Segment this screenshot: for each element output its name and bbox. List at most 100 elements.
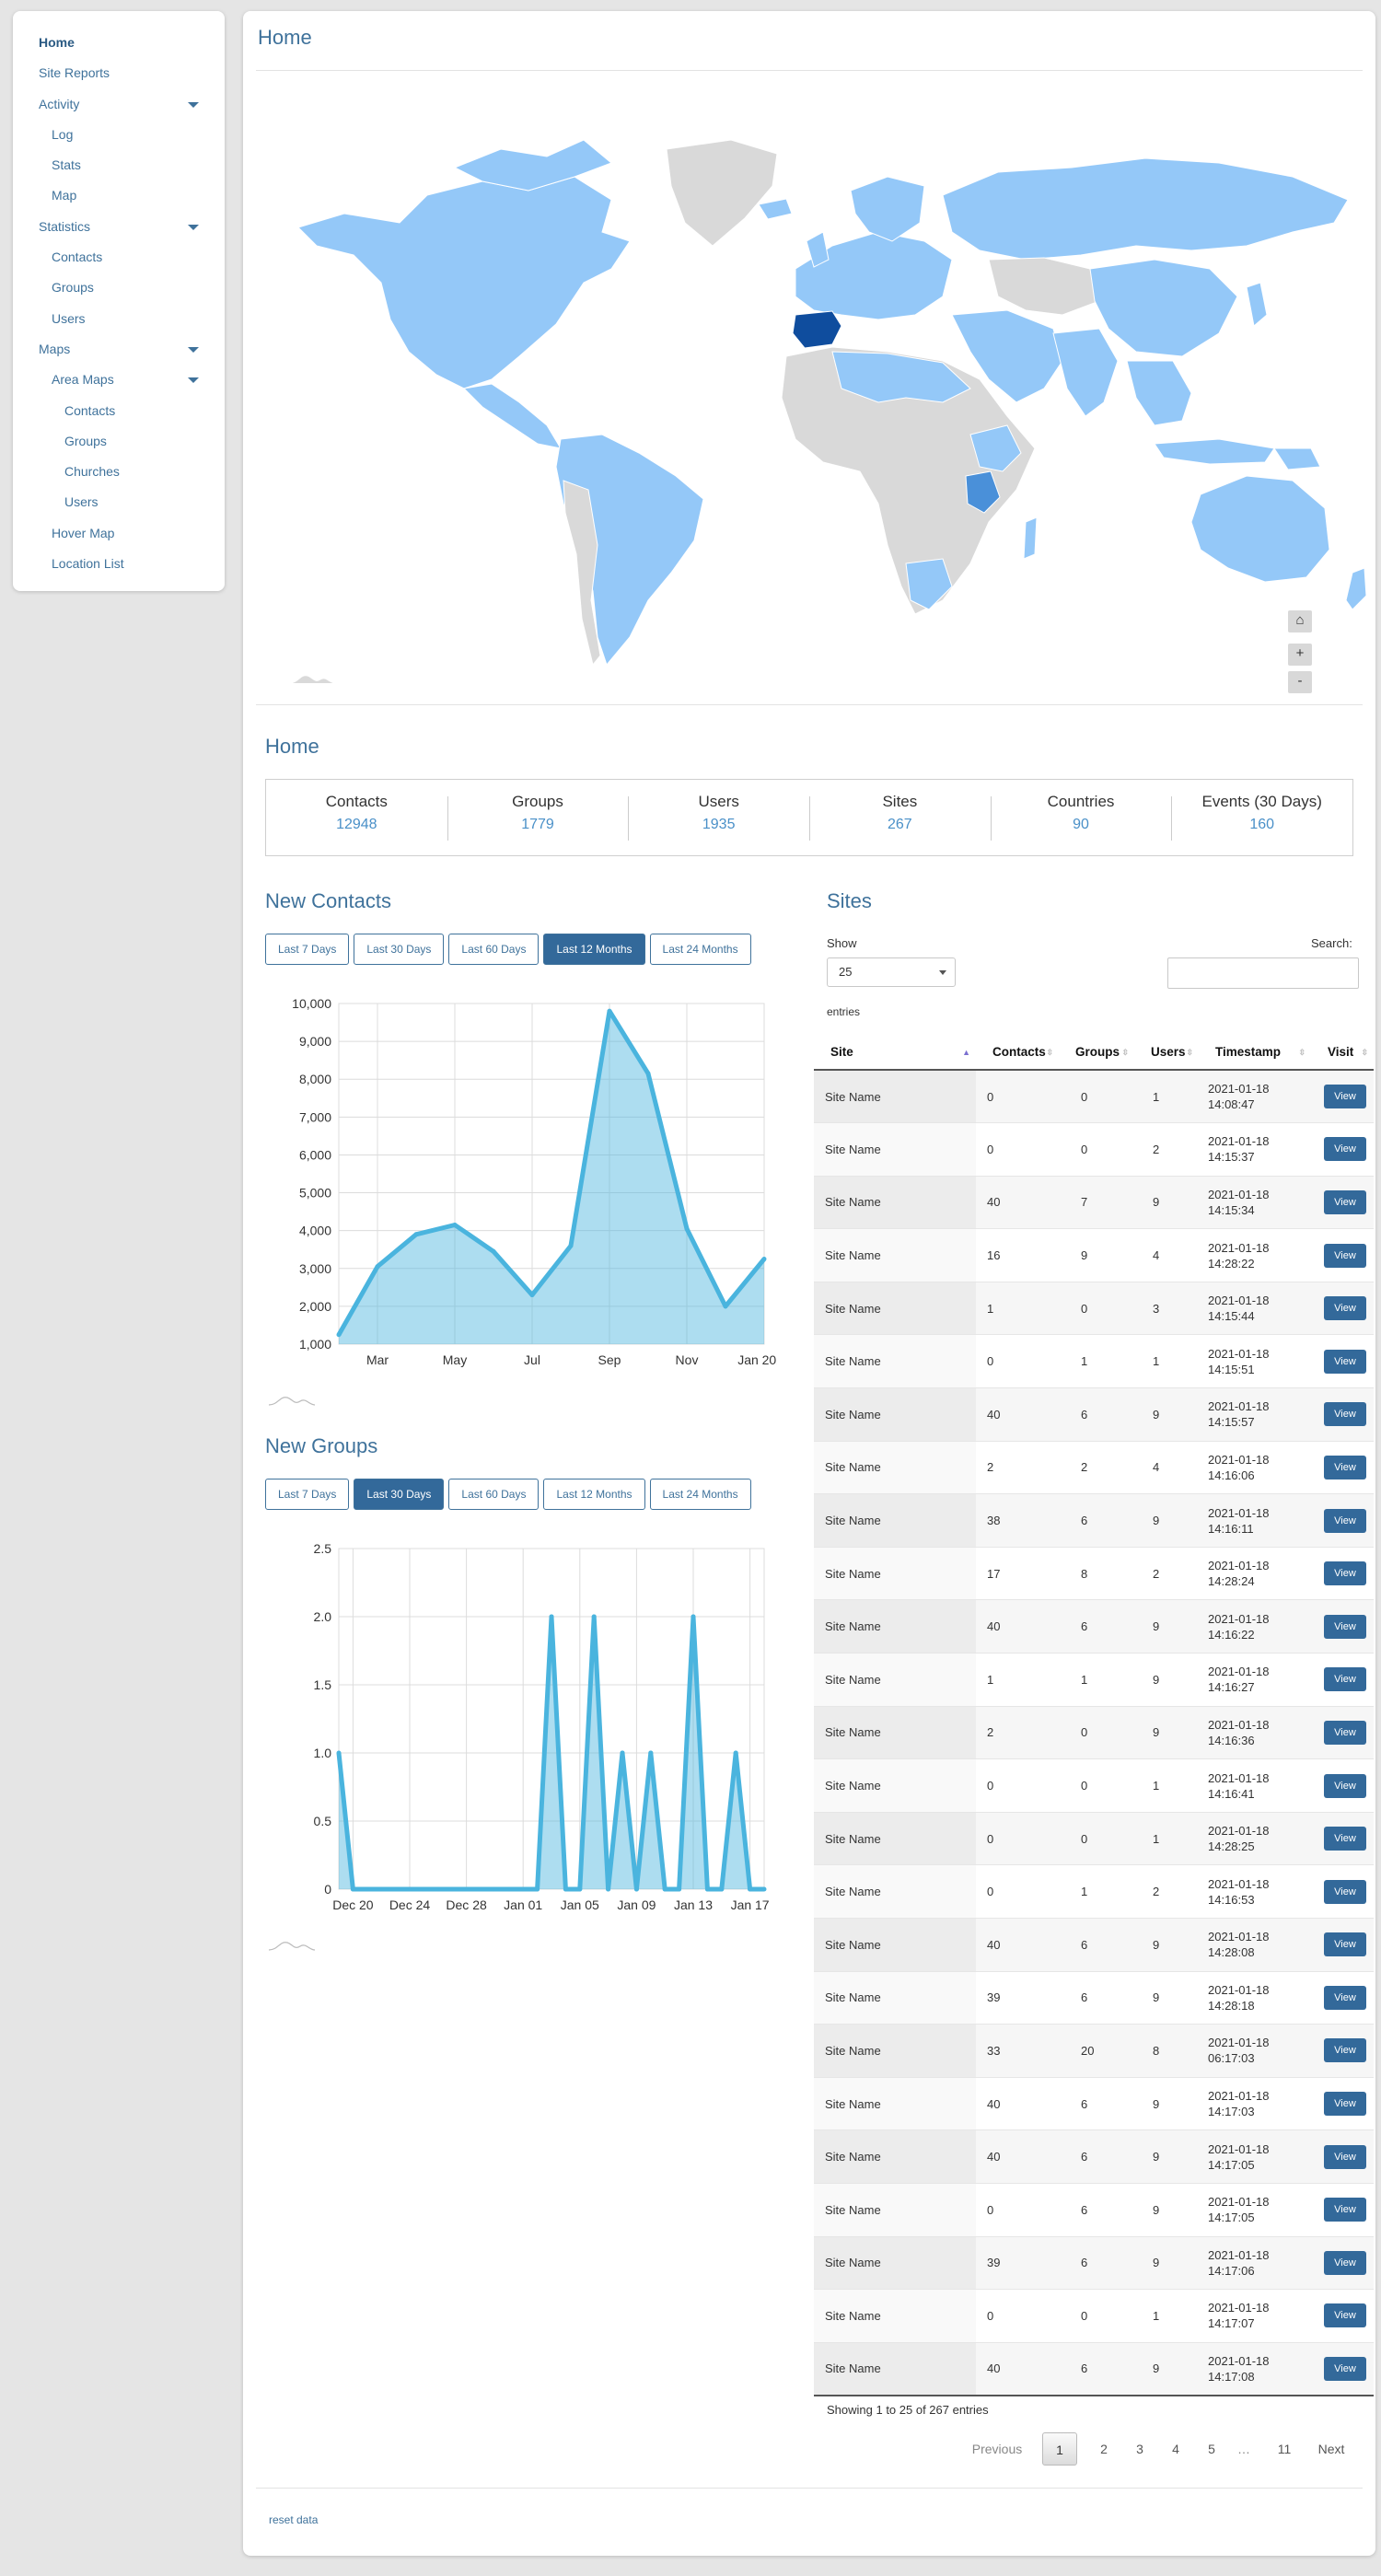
map-region-madagascar[interactable] [1023, 516, 1038, 560]
view-button[interactable]: View [1324, 1614, 1366, 1639]
sidebar-item-hover-map[interactable]: Hover Map [13, 518, 225, 549]
view-button[interactable]: View [1324, 1189, 1366, 1214]
view-button[interactable]: View [1324, 2303, 1366, 2328]
sidebar-item-location-list[interactable]: Location List [13, 549, 225, 579]
map-region-russia[interactable] [942, 157, 1349, 261]
view-button[interactable]: View [1324, 1879, 1366, 1904]
map-region-japan[interactable] [1246, 282, 1268, 327]
view-button[interactable]: View [1324, 1561, 1366, 1586]
sidebar-item-maps[interactable]: Maps [13, 334, 225, 365]
view-button[interactable]: View [1324, 1349, 1366, 1374]
col-visit[interactable]: Visit ⇳ [1311, 1035, 1374, 1071]
map-region-iceland[interactable] [758, 198, 793, 220]
view-button[interactable]: View [1324, 1985, 1366, 2010]
view-button[interactable]: View [1324, 1455, 1366, 1479]
view-button[interactable]: View [1324, 2144, 1366, 2169]
caret-down-icon[interactable] [188, 377, 199, 384]
pager-page-11[interactable]: 11 [1269, 2432, 1300, 2466]
caret-down-icon[interactable] [188, 346, 199, 353]
map-region-papua[interactable] [1273, 447, 1321, 470]
pager-page-4[interactable]: 4 [1162, 2432, 1190, 2466]
view-button[interactable]: View [1324, 1137, 1366, 1162]
sidebar-item-log[interactable]: Log [13, 120, 225, 150]
view-button[interactable]: View [1324, 1296, 1366, 1321]
sidebar-item-groups[interactable]: Groups [13, 426, 225, 457]
map-region-central-america[interactable] [462, 383, 563, 449]
caret-down-icon[interactable] [188, 224, 199, 230]
range-button-last-60-days[interactable]: Last 60 Days [448, 934, 540, 965]
stat-value[interactable]: 267 [809, 817, 991, 833]
sidebar-item-activity[interactable]: Activity [13, 89, 225, 120]
range-button-last-12-months[interactable]: Last 12 Months [543, 1479, 645, 1510]
range-button-last-30-days[interactable]: Last 30 Days [354, 934, 445, 965]
stat-value[interactable]: 90 [991, 817, 1172, 833]
stat-value[interactable]: 1935 [628, 817, 809, 833]
sidebar-item-statistics[interactable]: Statistics [13, 212, 225, 242]
view-button[interactable]: View [1324, 2198, 1366, 2222]
map-region-central-asia[interactable] [988, 257, 1100, 316]
sidebar-item-area-maps[interactable]: Area Maps [13, 365, 225, 395]
map-region-north-america[interactable] [297, 176, 631, 389]
view-button[interactable]: View [1324, 1720, 1366, 1745]
page-length-select[interactable]: 25 [827, 957, 956, 987]
map-region-australia[interactable] [1190, 475, 1330, 583]
search-input[interactable] [1167, 957, 1359, 989]
map-region-indonesia[interactable] [1154, 438, 1275, 465]
world-map-svg[interactable] [243, 85, 1375, 702]
map-region-new-zealand[interactable] [1345, 567, 1367, 610]
map-region-southeast-asia[interactable] [1126, 360, 1192, 426]
col-timestamp[interactable]: Timestamp ⇳ [1199, 1035, 1311, 1071]
view-button[interactable]: View [1324, 2092, 1366, 2117]
range-button-last-7-days[interactable]: Last 7 Days [265, 934, 350, 965]
map-region-south-africa[interactable] [905, 558, 953, 610]
range-button-last-7-days[interactable]: Last 7 Days [265, 1479, 350, 1510]
sidebar-item-users[interactable]: Users [13, 304, 225, 334]
sidebar-item-contacts[interactable]: Contacts [13, 242, 225, 273]
col-contacts[interactable]: Contacts ⇳ [976, 1035, 1059, 1071]
sidebar-item-contacts[interactable]: Contacts [13, 396, 225, 426]
reset-data-link[interactable]: reset data [269, 2513, 318, 2526]
map-region-india[interactable] [1052, 328, 1119, 417]
col-users[interactable]: Users ⇳ [1134, 1035, 1199, 1071]
pager-page-1[interactable]: 1 [1042, 2432, 1077, 2466]
sidebar-item-site-reports[interactable]: Site Reports [13, 58, 225, 88]
stat-value[interactable]: 160 [1171, 817, 1352, 833]
map-region-scandinavia[interactable] [850, 176, 925, 242]
sidebar-item-groups[interactable]: Groups [13, 273, 225, 303]
range-button-last-24-months[interactable]: Last 24 Months [649, 1479, 751, 1510]
sidebar-item-map[interactable]: Map [13, 180, 225, 211]
pager-page-5[interactable]: 5 [1198, 2432, 1225, 2466]
map-zoom-out-button[interactable]: - [1288, 671, 1312, 693]
map-home-button[interactable]: ⌂ [1288, 610, 1312, 632]
range-button-last-60-days[interactable]: Last 60 Days [448, 1479, 540, 1510]
pager-previous[interactable]: Previous [961, 2432, 1033, 2466]
view-button[interactable]: View [1324, 2356, 1366, 2381]
pager-next[interactable]: Next [1307, 2432, 1355, 2466]
view-button[interactable]: View [1324, 1932, 1366, 1957]
range-button-last-12-months[interactable]: Last 12 Months [543, 934, 645, 965]
range-button-last-30-days[interactable]: Last 30 Days [354, 1479, 445, 1510]
view-button[interactable]: View [1324, 1243, 1366, 1268]
caret-down-icon[interactable] [188, 101, 199, 108]
map-region-greenland[interactable] [666, 139, 778, 247]
range-button-last-24-months[interactable]: Last 24 Months [649, 934, 751, 965]
pager-page-2[interactable]: 2 [1090, 2432, 1118, 2466]
pager-page-3[interactable]: 3 [1126, 2432, 1154, 2466]
view-button[interactable]: View [1324, 1773, 1366, 1798]
view-button[interactable]: View [1324, 1667, 1366, 1692]
stat-value[interactable]: 1779 [447, 817, 629, 833]
col-site[interactable]: Site ▲ [814, 1035, 976, 1071]
world-map[interactable]: ⌂ + - [243, 85, 1375, 702]
sidebar-item-home[interactable]: Home [13, 28, 225, 58]
stat-value[interactable]: 12948 [266, 817, 447, 833]
view-button[interactable]: View [1324, 1827, 1366, 1851]
view-button[interactable]: View [1324, 1402, 1366, 1427]
map-region-china[interactable] [1089, 259, 1238, 357]
sidebar-item-churches[interactable]: Churches [13, 457, 225, 487]
map-zoom-in-button[interactable]: + [1288, 644, 1312, 666]
map-region-spain[interactable] [792, 310, 842, 349]
view-button[interactable]: View [1324, 2038, 1366, 2063]
view-button[interactable]: View [1324, 1085, 1366, 1109]
col-groups[interactable]: Groups ⇳ [1059, 1035, 1134, 1071]
sidebar-item-stats[interactable]: Stats [13, 150, 225, 180]
